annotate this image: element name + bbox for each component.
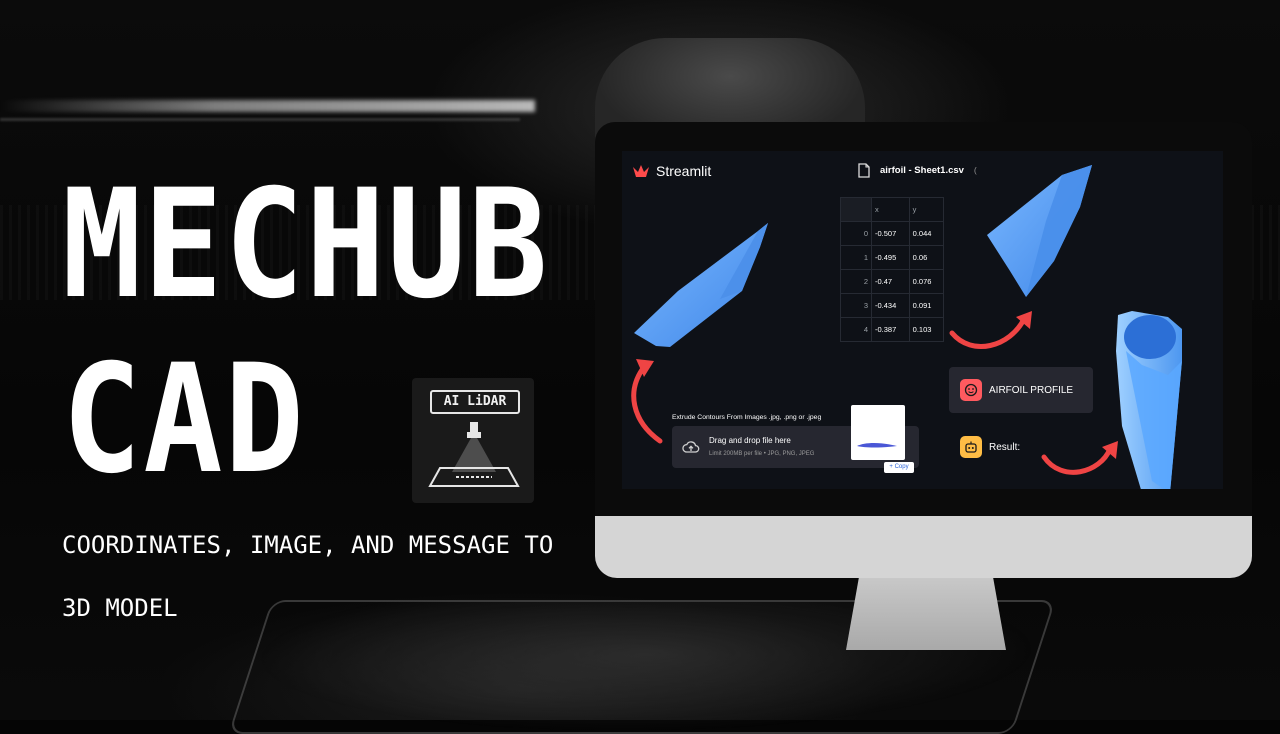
arrow-3 [1041,446,1113,475]
model-renders [631,165,1182,489]
background-light-bar-2 [0,118,520,121]
arrow-2 [949,316,1027,349]
title-cad: CAD [62,333,306,507]
airfoil-render-2 [987,165,1092,297]
airfoil-render-1 [634,223,768,347]
app-screen: Streamlit airfoil - Sheet1.csv ( x y 0 -… [622,151,1223,489]
subtitle-line-1: COORDINATES, IMAGE, AND MESSAGE TO [62,531,554,559]
monitor-stand [846,578,1006,650]
lidar-scanner-icon [428,422,520,487]
background-light-bar [0,100,535,112]
monitor-chin [595,516,1252,578]
lidar-badge: AI LiDAR [412,378,534,503]
airfoil-render-3 [1116,311,1182,489]
lidar-label: AI LiDAR [430,390,520,414]
arrow-1 [631,364,663,444]
title-mechub: MECHUB [62,158,550,332]
subtitle-line-2: 3D MODEL [62,594,178,622]
